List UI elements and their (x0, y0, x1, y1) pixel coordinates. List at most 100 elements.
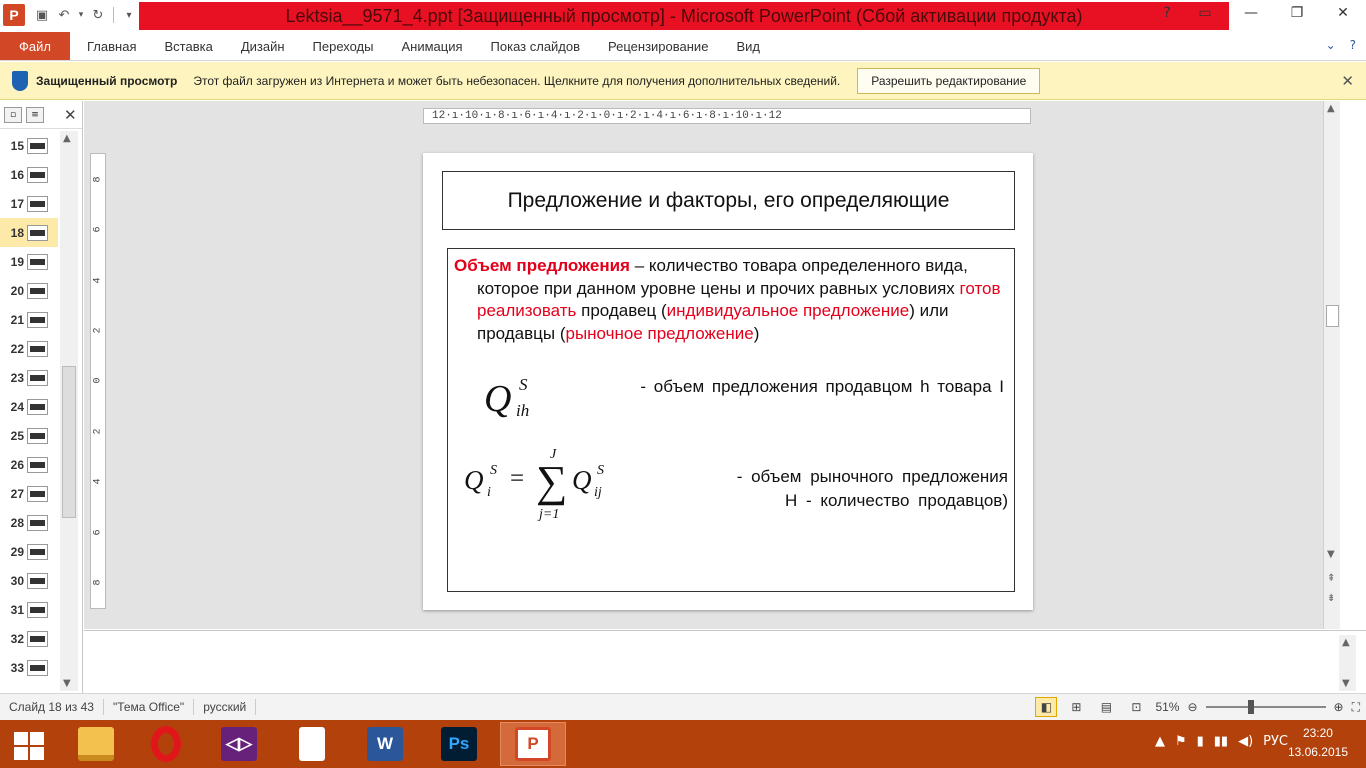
slide-sorter-icon[interactable]: ⊞ (1065, 697, 1087, 717)
slide-content-box[interactable]: Объем предложения – количество товара оп… (447, 248, 1015, 592)
help-icon[interactable]: ? (1152, 0, 1182, 26)
photoshop-icon[interactable]: Ps (426, 722, 492, 766)
power-icon[interactable]: ▮ (1197, 734, 1204, 749)
tab-review[interactable]: Рецензирование (594, 39, 722, 54)
word-icon[interactable]: W (352, 722, 418, 766)
outline-tab-icon[interactable]: ≡ (26, 106, 44, 123)
slide-thumbnail[interactable] (27, 514, 48, 531)
slide-thumbnail[interactable] (27, 224, 48, 241)
powerpoint-logo-icon[interactable]: P (3, 4, 25, 26)
slide-thumbnail-row[interactable]: 21 (0, 305, 58, 334)
scroll-up-icon[interactable]: ▲ (1327, 103, 1335, 114)
slide-thumbnail-row[interactable]: 22 (0, 334, 58, 363)
slide-thumbnail[interactable] (27, 166, 48, 183)
scroll-down-icon[interactable]: ▼ (63, 678, 71, 689)
slide-thumbnail[interactable] (27, 601, 48, 618)
slide-thumbnail-row[interactable]: 15 (0, 131, 58, 160)
previous-slide-icon[interactable]: ⇞ (1327, 573, 1335, 584)
slide-thumbnail-row[interactable]: 25 (0, 421, 58, 450)
tab-animation[interactable]: Анимация (388, 39, 477, 54)
flag-icon[interactable]: ⚑ (1175, 734, 1187, 749)
document-icon[interactable] (279, 722, 345, 766)
tab-file[interactable]: Файл (0, 32, 70, 60)
customize-qat-icon[interactable]: ▾ (118, 4, 140, 26)
slide-thumbnail[interactable] (27, 456, 48, 473)
scrollbar-thumb[interactable] (1326, 305, 1339, 327)
normal-view-icon[interactable]: ◧ (1035, 697, 1058, 717)
slide-thumbnail[interactable] (27, 253, 48, 270)
slide-thumbnail[interactable] (27, 398, 48, 415)
slide-thumbnail-row[interactable]: 29 (0, 537, 58, 566)
theme-name[interactable]: "Тема Office" (104, 699, 195, 715)
undo-dropdown-icon[interactable]: ▾ (75, 4, 87, 26)
slide-thumbnail[interactable] (27, 659, 48, 676)
tab-home[interactable]: Главная (70, 39, 150, 54)
file-explorer-icon[interactable] (63, 722, 129, 766)
slide-thumbnail[interactable] (27, 427, 48, 444)
opera-icon[interactable] (133, 722, 199, 766)
slide-thumbnail[interactable] (27, 340, 48, 357)
slide-thumbnail-row[interactable]: 20 (0, 276, 58, 305)
slides-tab-icon[interactable]: ▫ (4, 106, 22, 123)
windows-start-icon[interactable] (14, 732, 46, 760)
slide-thumbnail-row[interactable]: 27 (0, 479, 58, 508)
slide-thumbnail[interactable] (27, 630, 48, 647)
slide-thumbnail-row[interactable]: 28 (0, 508, 58, 537)
clock[interactable]: 23:20 13.06.2015 (1288, 724, 1348, 762)
slide-thumbnail-row[interactable]: 24 (0, 392, 58, 421)
slide-thumbnail[interactable] (27, 485, 48, 502)
zoom-out-icon[interactable]: ⊖ (1187, 700, 1197, 714)
tab-transitions[interactable]: Переходы (299, 39, 388, 54)
language-indicator[interactable]: русский (194, 699, 257, 715)
scroll-down-icon[interactable]: ▼ (1342, 678, 1350, 689)
slideshow-icon[interactable]: ⊡ (1125, 697, 1147, 717)
slide-thumbnail[interactable] (27, 543, 48, 560)
zoom-slider-knob[interactable] (1247, 700, 1254, 714)
slide-thumbnail[interactable] (27, 195, 48, 212)
tab-insert[interactable]: Вставка (150, 39, 226, 54)
slide-thumbnail[interactable] (27, 572, 48, 589)
scroll-down-icon[interactable]: ▼ (1327, 549, 1335, 560)
editor-scrollbar[interactable]: ▲ ▼ ⇞ ⇟ (1323, 101, 1340, 629)
slide-thumbnail[interactable] (27, 311, 48, 328)
fit-to-window-icon[interactable]: ⛶ (1352, 700, 1360, 715)
slide-thumbnail[interactable] (27, 282, 48, 299)
slide-thumbnail-row[interactable]: 23 (0, 363, 58, 392)
notes-pane[interactable]: ▲ ▼ (84, 630, 1366, 693)
slide-thumbnail-row[interactable]: 19 (0, 247, 58, 276)
slide-thumbnail-row[interactable]: 30 (0, 566, 58, 595)
protected-view-message[interactable]: Этот файл загружен из Интернета и может … (193, 74, 840, 88)
redo-icon[interactable]: ↻ (87, 4, 109, 26)
network-icon[interactable]: ▮▮ (1214, 734, 1228, 749)
tab-view[interactable]: Вид (722, 39, 774, 54)
reading-view-icon[interactable]: ▤ (1095, 697, 1117, 717)
visual-studio-icon[interactable]: ◁▷ (206, 722, 272, 766)
slide-thumbnail-row[interactable]: 26 (0, 450, 58, 479)
keyboard-language[interactable]: РУС (1263, 734, 1288, 749)
slide-thumbnail-row[interactable]: 33 (0, 653, 58, 682)
maximize-button[interactable]: ❐ (1274, 0, 1320, 26)
scrollbar-thumb[interactable] (62, 366, 76, 518)
tab-slideshow[interactable]: Показ слайдов (477, 39, 595, 54)
zoom-level[interactable]: 51% (1155, 700, 1179, 714)
restore-ribbon-icon[interactable]: ▭ (1182, 0, 1228, 26)
slides-scrollbar[interactable]: ▲ ▼ (60, 131, 78, 691)
slide-thumbnail-row[interactable]: 18 (0, 218, 58, 247)
slide-thumbnail[interactable] (27, 369, 48, 386)
zoom-slider[interactable] (1205, 700, 1326, 714)
zoom-in-icon[interactable]: ⊕ (1334, 700, 1344, 714)
slide-thumbnail-row[interactable]: 16 (0, 160, 58, 189)
expand-ribbon-icon[interactable]: ⌄ (1326, 38, 1336, 52)
slide-thumbnail-row[interactable]: 32 (0, 624, 58, 653)
show-hidden-icons-icon[interactable]: ▲ (1155, 734, 1165, 749)
close-icon[interactable]: ✕ (1341, 72, 1354, 90)
save-icon[interactable]: ▣ (31, 4, 53, 26)
enable-editing-button[interactable]: Разрешить редактирование (857, 67, 1041, 94)
scroll-up-icon[interactable]: ▲ (63, 133, 71, 144)
close-icon[interactable]: ✕ (64, 106, 77, 124)
undo-icon[interactable]: ↶ (53, 4, 75, 26)
tab-design[interactable]: Дизайн (227, 39, 299, 54)
help-circle-icon[interactable]: ? (1350, 38, 1356, 52)
slide-canvas[interactable]: Предложение и факторы, его определяющие … (423, 153, 1033, 610)
volume-icon[interactable]: ◀) (1238, 734, 1253, 749)
